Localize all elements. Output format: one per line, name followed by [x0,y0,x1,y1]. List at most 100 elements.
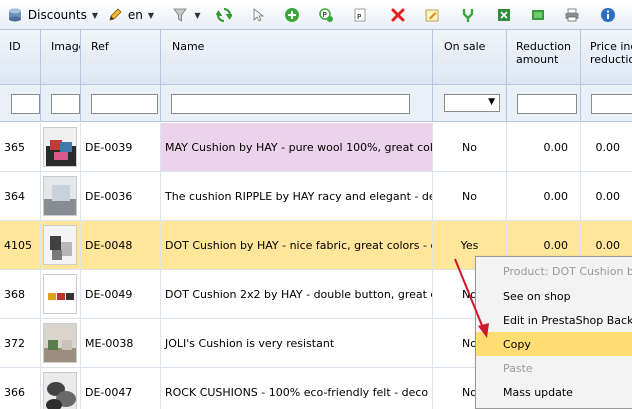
svg-text:P: P [323,11,327,19]
filter-cell-id [0,85,41,122]
menu-item-mass-update[interactable]: Mass update [476,380,632,404]
column-header-id[interactable]: ID [0,30,41,85]
svg-text:P: P [357,13,361,21]
cell-image[interactable] [41,172,81,220]
toolbar: Discounts ▼ en ▼ ▼ P P [0,0,632,30]
excel-icon [495,6,513,24]
menu-item-see-on-shop[interactable]: See on shop [476,284,632,308]
excel-button[interactable] [494,4,514,26]
cell-image[interactable] [41,368,81,409]
filter-cell-on-sale: ▼ [433,85,507,122]
grid-header: ID Image Ref Name On sale Reduction amou… [0,30,632,85]
column-header-name[interactable]: Name [161,30,433,85]
refresh-button[interactable] [214,4,234,26]
cell-id[interactable]: 372 [0,319,41,367]
table-row[interactable]: 365 DE-0039 MAY Cushion by HAY - pure wool… [0,123,632,172]
cell-reduction-amount[interactable]: 0.00 [507,172,581,220]
pencil-icon [106,6,124,24]
product-thumbnail [43,225,77,265]
cell-image[interactable] [41,319,81,367]
print-icon [563,6,581,24]
language-selector[interactable]: en ▼ [104,4,156,26]
filter-cell-name [161,85,433,122]
cell-name[interactable]: DOT Cushion 2x2 by HAY - double button, … [161,270,433,318]
product-thumbnail [43,323,77,363]
filter-cell-ref [81,85,161,122]
filter-image-input[interactable] [51,94,80,114]
print-button[interactable] [562,4,582,26]
filter-cell-reduction [507,85,581,122]
delete-button[interactable] [388,4,408,26]
column-header-reduction-amount[interactable]: Reduction amount [507,30,581,85]
cell-name[interactable]: MAY Cushion by HAY - pure wool 100%, gre… [161,123,433,171]
cell-id[interactable]: 4105 [0,221,41,269]
cell-id[interactable]: 366 [0,368,41,409]
cell-name[interactable]: The cushion RIPPLE by HAY racy and elega… [161,172,433,220]
cell-price-incl-reduction[interactable]: 0.00 [581,123,632,171]
cell-ref[interactable]: DE-0048 [81,221,161,269]
filter-price-input[interactable] [591,94,632,114]
duplicate-icon: P [351,6,369,24]
select-mode-button[interactable] [248,4,268,26]
cell-reduction-amount[interactable]: 0.00 [507,123,581,171]
add-button[interactable] [282,4,302,26]
cell-ref[interactable]: DE-0039 [81,123,161,171]
column-header-image[interactable]: Image [41,30,81,85]
refresh-icon [215,6,233,24]
column-header-price-incl-reduction[interactable]: Price incl. reduction [581,30,632,85]
export-icon [529,6,547,24]
edit-button[interactable] [422,4,442,26]
filter-name-input[interactable] [171,94,410,114]
view-selector[interactable]: Discounts ▼ [6,4,98,26]
duplicate-button[interactable]: P [350,4,370,26]
product-thumbnail [43,127,77,167]
table-row[interactable]: 364 DE-0036 The cushion RIPPLE by HAY racy… [0,172,632,221]
cell-image[interactable] [41,123,81,171]
cell-id[interactable]: 365 [0,123,41,171]
cell-ref[interactable]: DE-0049 [81,270,161,318]
filter-id-input[interactable] [11,94,40,114]
cell-name[interactable]: JOLI's Cushion is very resistant [161,319,433,367]
add-product-icon: P [317,6,335,24]
cell-image[interactable] [41,221,81,269]
cell-name[interactable]: ROCK CUSHIONS - 100% eco-friendly felt -… [161,368,433,409]
cell-on-sale[interactable]: No [433,123,507,171]
export-button[interactable] [528,4,548,26]
product-thumbnail [43,372,77,409]
add-product-button[interactable]: P [316,4,336,26]
cell-price-incl-reduction[interactable]: 0.00 [581,172,632,220]
filter-row: ▼ [0,85,632,122]
app-window: Discounts ▼ en ▼ ▼ P P ID Imag Ref Name … [0,0,632,409]
cursor-icon [249,6,267,24]
chevron-down-icon: ▼ [488,97,495,107]
cell-ref[interactable]: DE-0036 [81,172,161,220]
cell-ref[interactable]: DE-0047 [81,368,161,409]
filter-cell-image [41,85,81,122]
filter-on-sale-select[interactable]: ▼ [444,94,500,112]
cell-ref[interactable]: ME-0038 [81,319,161,367]
filter-button[interactable]: ▼ [164,4,208,26]
column-header-ref[interactable]: Ref [81,30,161,85]
filter-reduction-input[interactable] [517,94,577,114]
info-icon [599,6,617,24]
add-icon [283,6,301,24]
context-menu-header: Product: DOT Cushion by HAY [503,264,632,278]
cell-on-sale[interactable]: No [433,172,507,220]
merge-button[interactable] [458,4,478,26]
info-button[interactable] [598,4,618,26]
cell-image[interactable] [41,270,81,318]
menu-item-paste: Paste [503,361,533,375]
filter-ref-input[interactable] [91,94,158,114]
cell-id[interactable]: 368 [0,270,41,318]
cell-name[interactable]: DOT Cushion by HAY - nice fabric, great … [161,221,433,269]
column-header-on-sale[interactable]: On sale [433,30,507,85]
edit-icon [423,6,441,24]
product-thumbnail [43,274,77,314]
menu-item-edit-in-prestashop-backoffice[interactable]: Edit in PrestaShop BackOffice [476,308,632,332]
delete-icon [389,6,407,24]
view-label: Discounts [27,8,87,22]
context-menu: Product: DOT Cushion by HAY See on shopE… [475,256,632,409]
database-icon [6,6,24,24]
cell-id[interactable]: 364 [0,172,41,220]
menu-item-copy[interactable]: Copy [476,332,632,356]
